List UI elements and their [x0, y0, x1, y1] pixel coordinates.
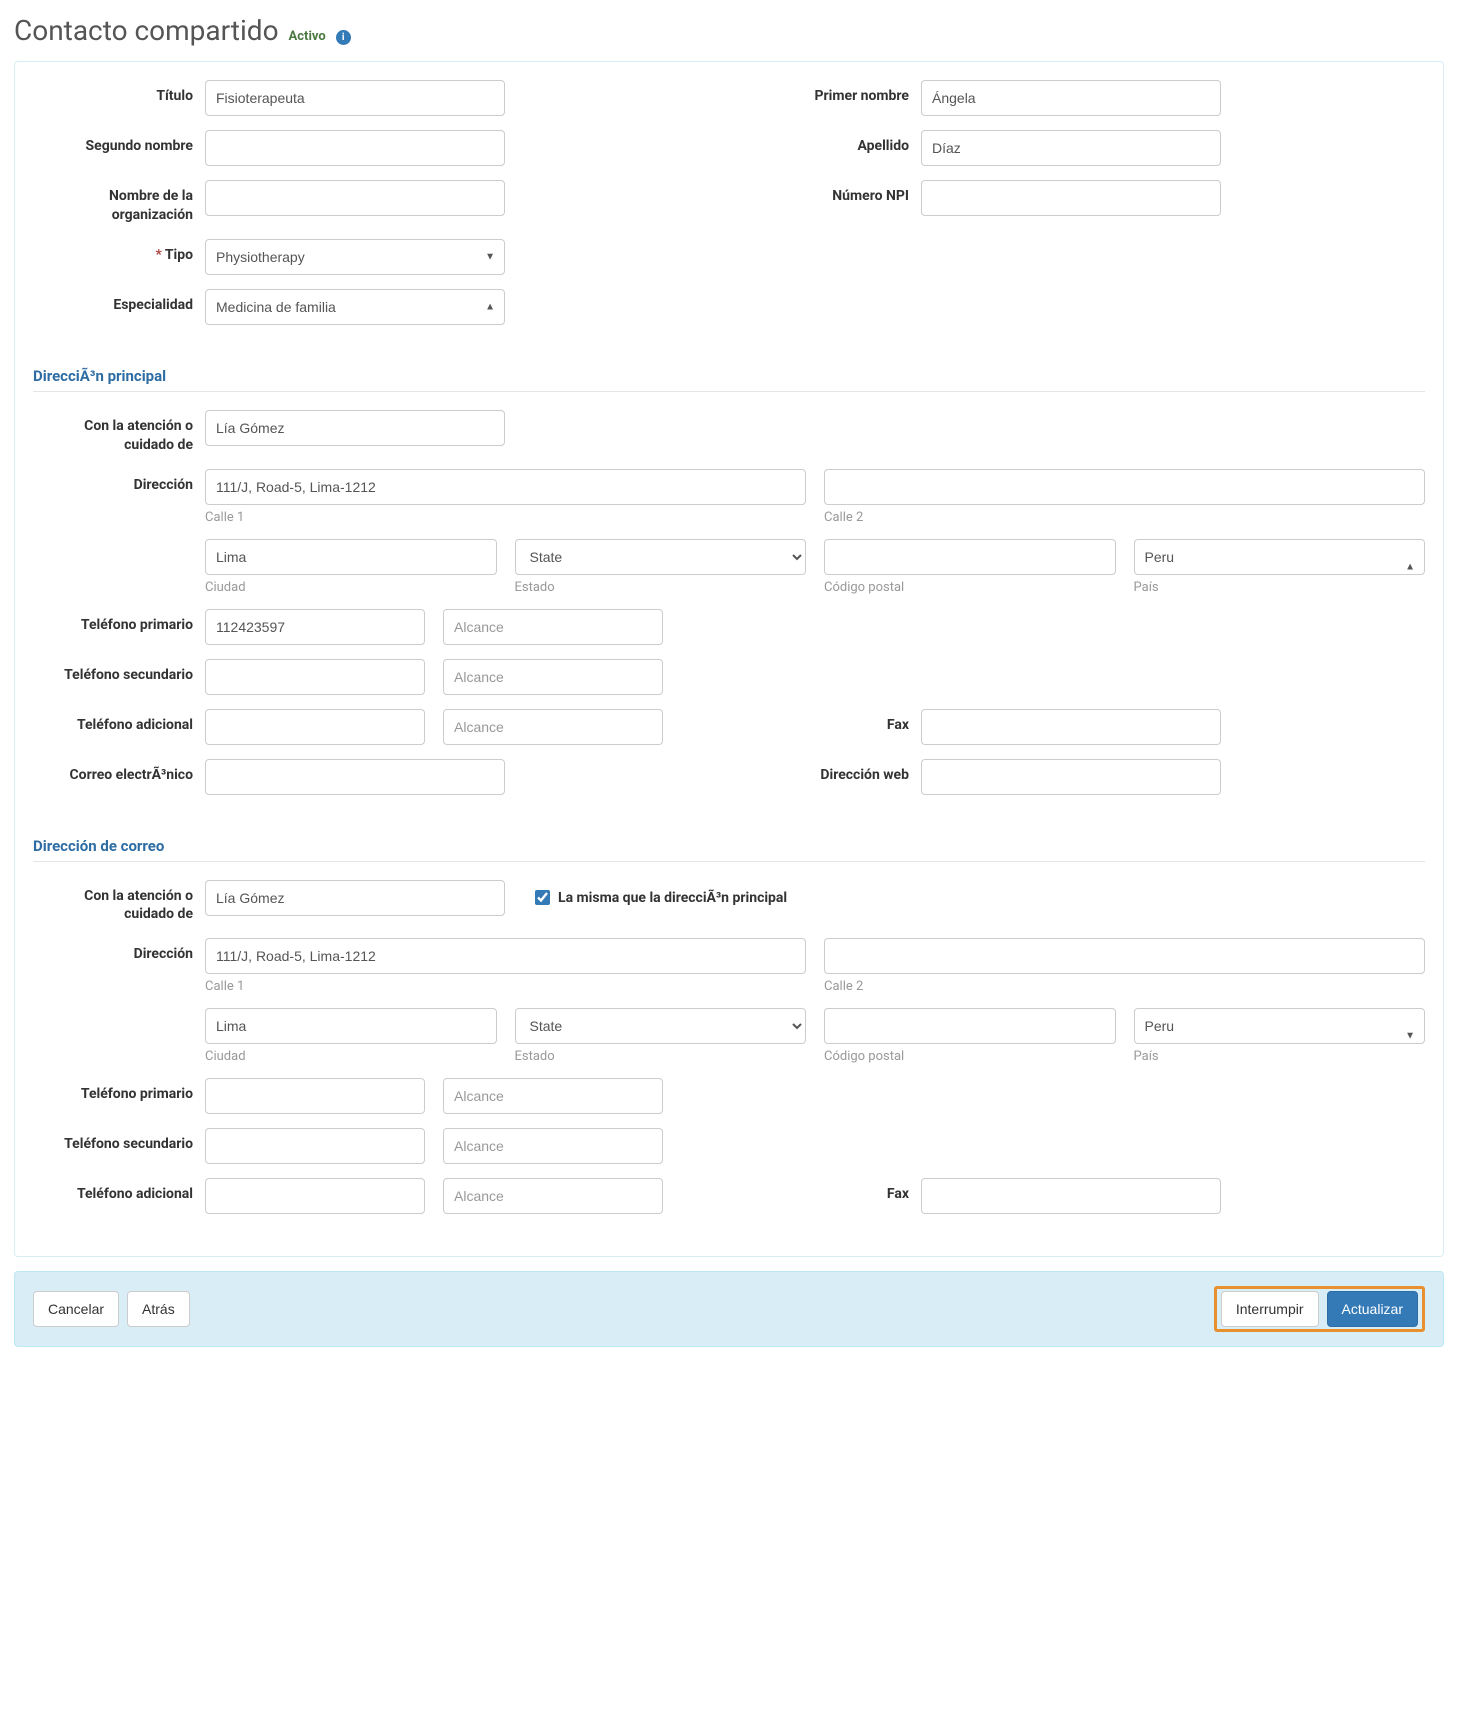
divider [33, 861, 1425, 862]
label-fax-mail: Fax [749, 1178, 909, 1204]
fax-mail-input[interactable] [921, 1178, 1221, 1214]
codigo-postal-input[interactable] [824, 539, 1116, 575]
status-badge: Activo [289, 29, 326, 44]
ciudad-input[interactable] [205, 539, 497, 575]
label-tel-primario: Teléfono primario [33, 609, 193, 635]
label-correo: Correo electrÃ³nico [33, 759, 193, 785]
calle1-mail-input[interactable] [205, 938, 806, 974]
label-tipo: *Tipo [33, 239, 193, 265]
label-especialidad: Especialidad [33, 289, 193, 315]
label-web: Dirección web [749, 759, 909, 785]
sublabel-calle1-mail: Calle 1 [205, 979, 806, 994]
sublabel-estado: Estado [515, 580, 807, 595]
tel-secundario-mail-input[interactable] [205, 1128, 425, 1164]
label-direccion-mail: Dirección [33, 938, 193, 964]
atras-button[interactable]: Atrás [127, 1291, 190, 1327]
divider [33, 391, 1425, 392]
sublabel-calle1: Calle 1 [205, 510, 806, 525]
section-direccion-correo: Dirección de correo [33, 837, 1425, 855]
label-direccion: Dirección [33, 469, 193, 495]
tel-primario-mail-input[interactable] [205, 1078, 425, 1114]
footer-right-highlight: Interrumpir Actualizar [1214, 1286, 1425, 1332]
label-segundo-nombre: Segundo nombre [33, 130, 193, 156]
web-input[interactable] [921, 759, 1221, 795]
sublabel-pais-mail: País [1134, 1049, 1426, 1064]
label-fax: Fax [749, 709, 909, 735]
sublabel-pais: País [1134, 580, 1426, 595]
tel-adicional-mail-input[interactable] [205, 1178, 425, 1214]
ciudad-mail-input[interactable] [205, 1008, 497, 1044]
primer-nombre-input[interactable] [921, 80, 1221, 116]
sublabel-calle2: Calle 2 [824, 510, 1425, 525]
label-primer-nombre: Primer nombre [749, 80, 909, 106]
form-card: Título Segundo nombre Nombre de la organ… [14, 61, 1444, 1257]
sublabel-codigo-postal: Código postal [824, 580, 1116, 595]
correo-input[interactable] [205, 759, 505, 795]
especialidad-select[interactable] [205, 289, 505, 325]
tel-adicional-input[interactable] [205, 709, 425, 745]
same-as-main-label: La misma que la direcciÃ³n principal [558, 890, 787, 906]
label-tel-secundario: Teléfono secundario [33, 659, 193, 685]
cancelar-button[interactable]: Cancelar [33, 1291, 119, 1327]
titulo-input[interactable] [205, 80, 505, 116]
tel-adicional-mail-ext-input[interactable] [443, 1178, 663, 1214]
info-icon[interactable]: i [336, 30, 351, 45]
label-tel-adicional-mail: Teléfono adicional [33, 1178, 193, 1204]
label-tel-primario-mail: Teléfono primario [33, 1078, 193, 1104]
tel-primario-mail-ext-input[interactable] [443, 1078, 663, 1114]
segundo-nombre-input[interactable] [205, 130, 505, 166]
actualizar-button[interactable]: Actualizar [1327, 1291, 1418, 1327]
sublabel-estado-mail: Estado [515, 1049, 807, 1064]
fax-input[interactable] [921, 709, 1221, 745]
tel-primario-ext-input[interactable] [443, 609, 663, 645]
label-atencion: Con la atención o cuidado de [33, 410, 193, 455]
page-header: Contacto compartido Activo i [14, 14, 1444, 47]
label-numero-npi: Número NPI [749, 180, 909, 206]
footer-bar: Cancelar Atrás Interrumpir Actualizar [14, 1271, 1444, 1347]
nombre-org-input[interactable] [205, 180, 505, 216]
tel-secundario-ext-input[interactable] [443, 659, 663, 695]
same-as-main-checkbox[interactable] [535, 890, 550, 905]
pais-select[interactable] [1134, 539, 1426, 575]
sublabel-codigo-postal-mail: Código postal [824, 1049, 1116, 1064]
section-direccion-principal: DirecciÃ³n principal [33, 367, 1425, 385]
calle2-input[interactable] [824, 469, 1425, 505]
sublabel-calle2-mail: Calle 2 [824, 979, 1425, 994]
pais-mail-select[interactable] [1134, 1008, 1426, 1044]
interrumpir-button[interactable]: Interrumpir [1221, 1291, 1319, 1327]
atencion-input[interactable] [205, 410, 505, 446]
numero-npi-input[interactable] [921, 180, 1221, 216]
tel-secundario-input[interactable] [205, 659, 425, 695]
tel-secundario-mail-ext-input[interactable] [443, 1128, 663, 1164]
tipo-select[interactable] [205, 239, 505, 275]
codigo-postal-mail-input[interactable] [824, 1008, 1116, 1044]
tel-primario-input[interactable] [205, 609, 425, 645]
label-tel-adicional: Teléfono adicional [33, 709, 193, 735]
calle2-mail-input[interactable] [824, 938, 1425, 974]
label-atencion-mail: Con la atención o cuidado de [33, 880, 193, 925]
label-tel-secundario-mail: Teléfono secundario [33, 1128, 193, 1154]
sublabel-ciudad-mail: Ciudad [205, 1049, 497, 1064]
estado-mail-select[interactable]: State [515, 1008, 807, 1044]
calle1-input[interactable] [205, 469, 806, 505]
atencion-mail-input[interactable] [205, 880, 505, 916]
tel-adicional-ext-input[interactable] [443, 709, 663, 745]
label-apellido: Apellido [749, 130, 909, 156]
apellido-input[interactable] [921, 130, 1221, 166]
label-titulo: Título [33, 80, 193, 106]
label-nombre-org: Nombre de la organización [33, 180, 193, 225]
estado-select[interactable]: State [515, 539, 807, 575]
sublabel-ciudad: Ciudad [205, 580, 497, 595]
page-title: Contacto compartido [14, 14, 279, 47]
